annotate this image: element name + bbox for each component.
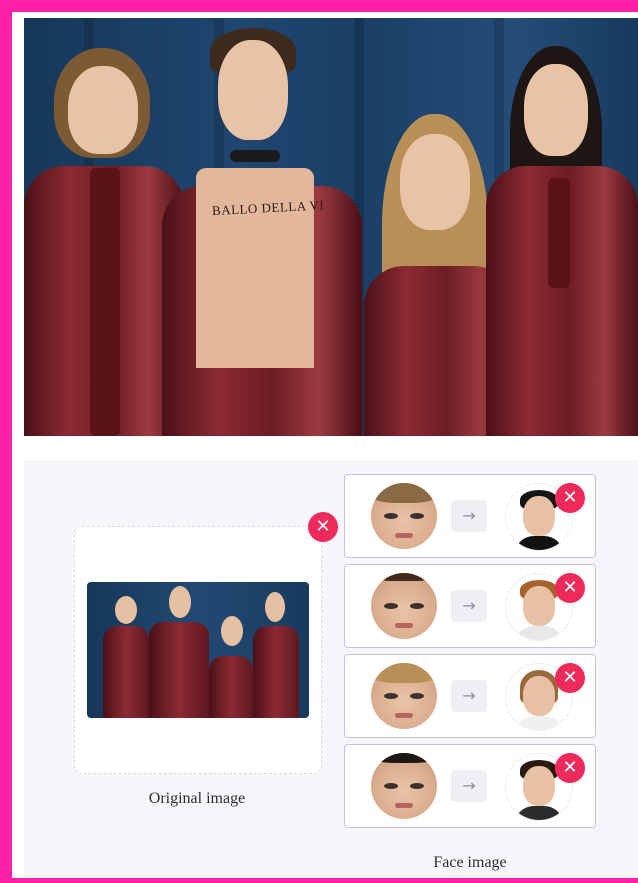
mini-person [149,582,209,718]
source-face[interactable] [371,573,437,639]
remove-face-button[interactable]: ✕ [555,573,585,603]
face-swap-row[interactable]: → ✕ [344,654,596,738]
face-image-label: Face image [433,854,507,871]
hero-photo: BALLO DELLA VI [24,18,638,436]
face-swap-row[interactable]: → ✕ [344,564,596,648]
arrow-right-icon: → [451,500,487,532]
app-frame: BALLO DELLA VI ✕ Original image → ✕ → ✕ … [12,12,638,878]
close-icon: ✕ [562,667,578,688]
arrow-right-icon: → [451,680,487,712]
head [400,134,470,230]
mini-person [209,582,253,718]
remove-face-button[interactable]: ✕ [555,663,585,693]
tie [90,168,120,436]
mini-person [253,582,299,718]
head [68,66,138,154]
close-icon: ✕ [562,487,578,508]
tie [548,178,570,288]
arrow-right-icon: → [451,770,487,802]
choker [230,150,280,162]
close-icon: ✕ [562,577,578,598]
person-4 [486,18,638,436]
source-face[interactable] [371,663,437,729]
source-face[interactable] [371,753,437,819]
mini-person [103,582,149,718]
head [524,64,588,156]
swap-panel: ✕ Original image → ✕ → ✕ → ✕ → ✕ Face im… [24,460,638,878]
face-swap-list: → ✕ → ✕ → ✕ → ✕ [344,474,596,834]
person-2 [156,18,366,436]
arrow-right-icon: → [451,590,487,622]
face-swap-row[interactable]: → ✕ [344,474,596,558]
close-icon: ✕ [315,516,331,537]
close-icon: ✕ [562,757,578,778]
remove-face-button[interactable]: ✕ [555,753,585,783]
remove-face-button[interactable]: ✕ [555,483,585,513]
original-image-card[interactable] [74,526,322,774]
source-face[interactable] [371,483,437,549]
face-swap-row[interactable]: → ✕ [344,744,596,828]
head [218,40,288,140]
remove-original-button[interactable]: ✕ [308,512,338,542]
original-image-thumbnail [87,582,309,718]
original-image-label: Original image [148,790,246,807]
